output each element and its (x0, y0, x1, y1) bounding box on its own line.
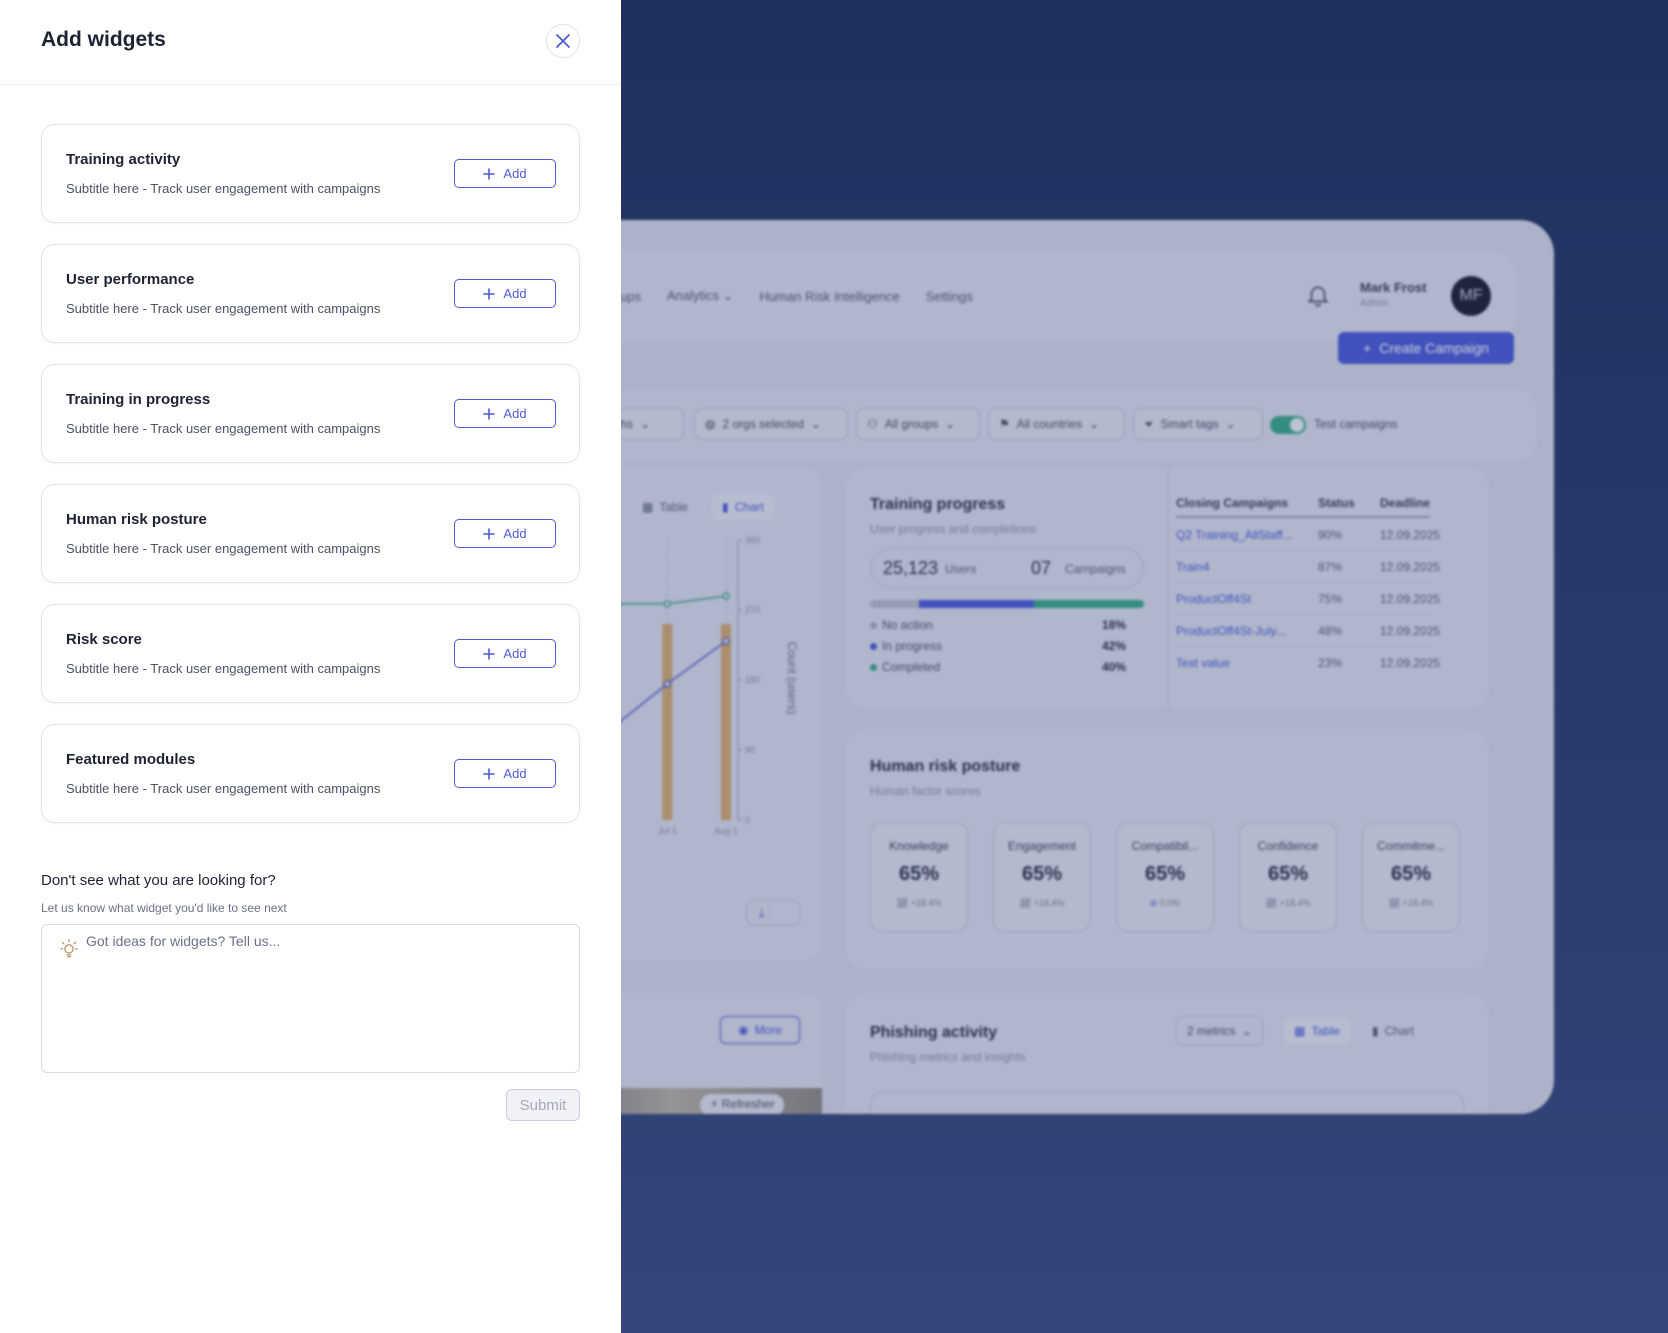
widget-card-user-performance: User performance Subtitle here - Track u… (41, 244, 580, 343)
add-widgets-panel: Add widgets Training activity Subtitle h… (0, 0, 621, 1333)
plus-icon (483, 407, 496, 420)
widget-card-training-activity: Training activity Subtitle here - Track … (41, 124, 580, 223)
widget-title: Training in progress (66, 391, 211, 408)
add-training-in-progress-button[interactable]: Add (454, 399, 556, 428)
widget-subtitle: Subtitle here - Track user engagement wi… (66, 301, 381, 316)
feedback-title: Don't see what you are looking for? (41, 872, 276, 889)
widget-title: Risk score (66, 631, 142, 648)
widget-subtitle: Subtitle here - Track user engagement wi… (66, 661, 381, 676)
widget-card-risk-score: Risk score Subtitle here - Track user en… (41, 604, 580, 703)
panel-header: Add widgets (0, 0, 621, 85)
widget-title: Training activity (66, 151, 181, 168)
widget-title: Featured modules (66, 751, 196, 768)
add-user-performance-button[interactable]: Add (454, 279, 556, 308)
close-icon (556, 34, 570, 48)
widget-title: User performance (66, 271, 195, 288)
add-human-risk-posture-button[interactable]: Add (454, 519, 556, 548)
close-button[interactable] (546, 24, 580, 58)
widget-card-training-in-progress: Training in progress Subtitle here - Tra… (41, 364, 580, 463)
lightbulb-icon (60, 939, 78, 958)
widget-subtitle: Subtitle here - Track user engagement wi… (66, 541, 381, 556)
widget-subtitle: Subtitle here - Track user engagement wi… (66, 421, 381, 436)
submit-button[interactable]: Submit (506, 1089, 580, 1121)
panel-title: Add widgets (41, 28, 166, 51)
widget-subtitle: Subtitle here - Track user engagement wi… (66, 181, 381, 196)
widget-card-featured-modules: Featured modules Subtitle here - Track u… (41, 724, 580, 823)
widget-card-human-risk-posture: Human risk posture Subtitle here - Track… (41, 484, 580, 583)
plus-icon (483, 527, 496, 540)
plus-icon (483, 767, 496, 780)
feedback-box (41, 924, 580, 1073)
plus-icon (483, 287, 496, 300)
plus-icon (483, 167, 496, 180)
plus-icon (483, 647, 496, 660)
feedback-input[interactable] (86, 933, 566, 1063)
add-featured-modules-button[interactable]: Add (454, 759, 556, 788)
add-training-activity-button[interactable]: Add (454, 159, 556, 188)
widget-title: Human risk posture (66, 511, 207, 528)
feedback-subtitle: Let us know what widget you'd like to se… (41, 901, 287, 915)
add-risk-score-button[interactable]: Add (454, 639, 556, 668)
widget-subtitle: Subtitle here - Track user engagement wi… (66, 781, 381, 796)
